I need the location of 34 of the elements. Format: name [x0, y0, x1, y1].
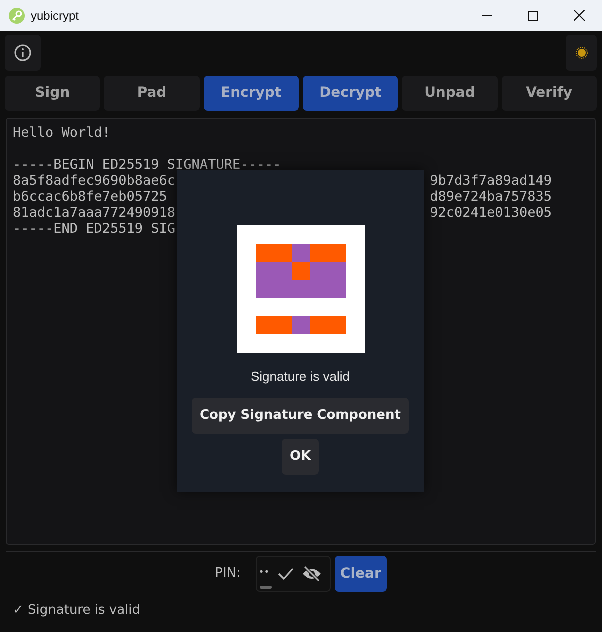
- ok-button[interactable]: OK: [282, 438, 320, 474]
- tab[interactable]: Verify: [502, 76, 597, 111]
- checkmark-icon[interactable]: [278, 567, 294, 581]
- text-line: 8a5f8adfec9690b8ae6c: [13, 173, 176, 189]
- text-line: -----END ED25519 SIG: [13, 221, 176, 237]
- status-message: ✓ Signature is valid: [13, 602, 141, 620]
- tab[interactable]: Encrypt: [204, 76, 299, 111]
- close-icon: [574, 10, 584, 21]
- text-line: Hello World!: [13, 125, 111, 141]
- text-line: 92c0241e0130e05: [430, 205, 552, 221]
- info-button[interactable]: [5, 35, 41, 71]
- tab[interactable]: Pad: [104, 76, 200, 111]
- info-icon: [14, 44, 32, 62]
- tab[interactable]: Sign: [5, 76, 100, 111]
- tab[interactable]: Decrypt: [302, 76, 398, 111]
- theme-button[interactable]: [566, 35, 597, 71]
- clear-button[interactable]: Clear: [334, 556, 387, 592]
- text-line: d89e724ba757835: [430, 189, 552, 205]
- sun-icon: [576, 47, 588, 59]
- tab[interactable]: Unpad: [402, 76, 498, 111]
- dialog-message: Signature is valid: [251, 368, 350, 386]
- window-title: yubicrypt: [31, 8, 80, 24]
- text-line: -----BEGIN ED25519 SIGNATURE-----: [13, 157, 282, 173]
- key-icon: [9, 8, 25, 24]
- pin-value: ••: [258, 567, 271, 580]
- copy-button[interactable]: Copy Signature Component: [192, 398, 409, 434]
- maximize-icon: [528, 10, 538, 20]
- text-line: b6ccac6b8fe7eb05725: [13, 189, 168, 205]
- hidden-eye-icon[interactable]: [302, 566, 322, 582]
- text-cursor: [260, 586, 272, 589]
- pin-label: PIN:: [215, 565, 241, 584]
- text-line: 81adc1a7aaa772490918: [13, 205, 176, 221]
- pin-field[interactable]: ••: [256, 556, 331, 592]
- text-line: 9b7d3f7a89ad149: [430, 173, 552, 189]
